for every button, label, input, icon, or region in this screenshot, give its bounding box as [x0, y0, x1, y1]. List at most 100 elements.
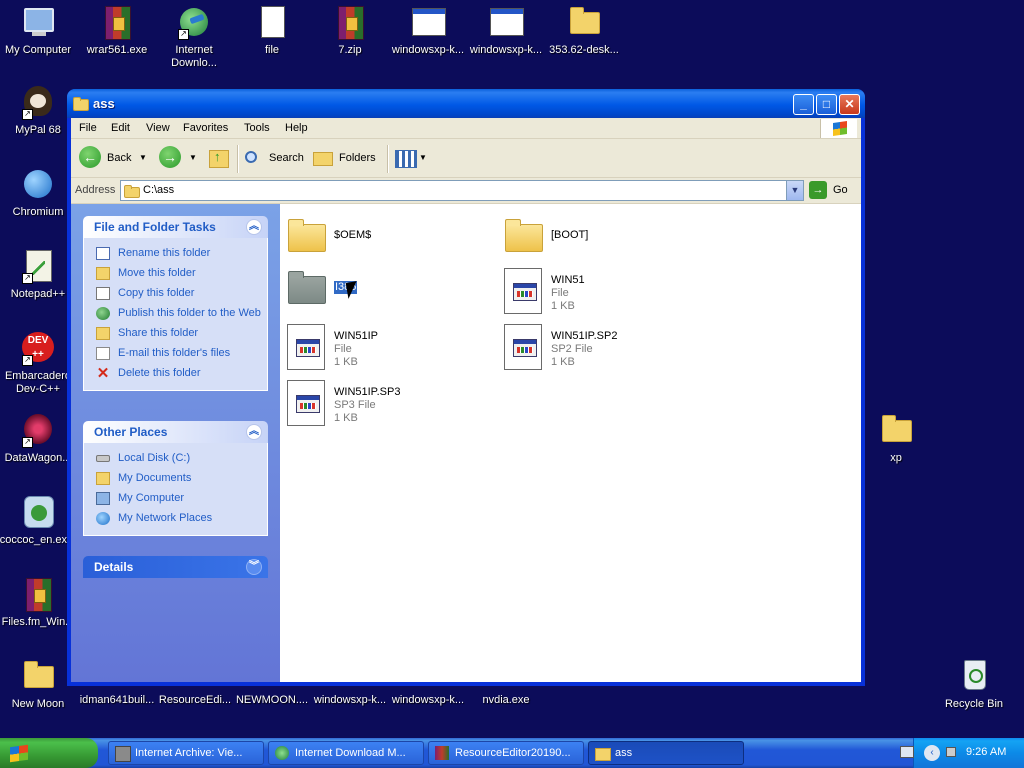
address-dropdown-button[interactable]: ▼ — [786, 181, 803, 200]
desktop-icon-7zip[interactable]: 7.zip — [308, 4, 392, 57]
folders-button[interactable]: Folders — [313, 146, 379, 170]
taskbar-item-idm[interactable]: Internet Download M... — [268, 741, 424, 765]
file-folder-tasks-body: Rename this folder Move this folder Copy… — [83, 238, 268, 391]
desktop-icon-nvdia[interactable]: nvdia.exe — [464, 694, 548, 707]
desktop-icon-file[interactable]: file — [230, 4, 314, 57]
datawagon-icon: ↗ — [20, 412, 56, 448]
keyboard-icon[interactable] — [900, 746, 914, 758]
place-my-computer[interactable]: My Computer — [84, 489, 267, 509]
file-item-boot[interactable]: [BOOT] — [504, 216, 714, 268]
local-disk-icon — [96, 455, 110, 462]
explorer-window: ass _ □ ✕ File Edit View Favorites Tools… — [67, 89, 865, 686]
network-places-icon — [96, 512, 110, 525]
details-header[interactable]: Details ︾ — [83, 556, 268, 578]
task-rename-folder[interactable]: Rename this folder — [84, 244, 267, 264]
desktop-icon-label: Recycle Bin — [944, 698, 1004, 710]
up-folder-button[interactable]: ↑ — [207, 146, 229, 170]
search-button[interactable]: Search — [245, 146, 307, 170]
task-share-folder[interactable]: Share this folder — [84, 324, 267, 344]
taskbar-item-ass[interactable]: ass — [588, 741, 744, 765]
file-item-oem[interactable]: $OEM$ — [287, 216, 497, 268]
task-label: Move this folder — [118, 267, 196, 279]
menu-edit[interactable]: Edit — [111, 122, 130, 134]
file-item-win51[interactable]: WIN51 File 1 KB — [504, 268, 714, 320]
file-item-i386[interactable]: I386 — [287, 268, 497, 320]
task-move-folder[interactable]: Move this folder — [84, 264, 267, 284]
window-titlebar[interactable]: ass _ □ ✕ — [67, 89, 865, 118]
volume-icon[interactable] — [946, 747, 956, 757]
chevron-down-icon[interactable]: ︾ — [246, 559, 262, 575]
taskbar-item-resource-editor[interactable]: ResourceEditor20190... — [428, 741, 584, 765]
menu-view[interactable]: View — [146, 122, 170, 134]
address-label: Address — [75, 184, 116, 196]
tray-expand-icon[interactable]: ‹ — [924, 745, 940, 761]
task-label: Internet Download M... — [295, 747, 406, 759]
desktop-icon-internet-download[interactable]: ↗ Internet Downlo... — [152, 4, 236, 70]
desktop-icon-xp[interactable]: xp — [854, 412, 938, 465]
other-places-header[interactable]: Other Places ︽ — [83, 421, 268, 443]
desktop-icon-windowsxp-3[interactable]: windowsxp-k... — [308, 694, 392, 707]
desktop-icon-recycle-bin[interactable]: Recycle Bin — [932, 658, 1016, 711]
file-size: 1 KB — [551, 300, 575, 312]
close-button[interactable]: ✕ — [839, 94, 860, 115]
taskbar-item-internet-archive[interactable]: Internet Archive: Vie... — [108, 741, 264, 765]
file-item-win51ip-sp3[interactable]: WIN51IP.SP3 SP3 File 1 KB — [287, 380, 497, 432]
forward-button[interactable]: → ▼ — [159, 146, 199, 170]
chromium-icon — [20, 166, 56, 202]
desktop-icon-newmoon[interactable]: NEWMOON.... — [230, 694, 314, 707]
idm-icon: ↗ — [176, 4, 212, 40]
search-label: Search — [269, 152, 304, 164]
notepadpp-icon: ↗ — [20, 248, 56, 284]
back-arrow-icon: ← — [79, 146, 101, 168]
move-folder-icon — [96, 267, 110, 280]
file-item-win51ip-sp2[interactable]: WIN51IP.SP2 SP2 File 1 KB — [504, 324, 714, 376]
clock[interactable]: 9:26 AM — [966, 746, 1006, 758]
place-my-documents[interactable]: My Documents — [84, 469, 267, 489]
file-size: 1 KB — [334, 412, 358, 424]
address-input[interactable]: C:\ass ▼ — [120, 180, 804, 201]
window-app-icon — [410, 4, 446, 40]
go-label: Go — [833, 184, 848, 196]
system-tray: ‹ 9:26 AM — [900, 738, 1024, 768]
desktop-icon-label: wrar561.exe — [86, 44, 148, 56]
chevron-up-icon[interactable]: ︽ — [246, 424, 262, 440]
desktop-icon-windowsxp-2[interactable]: windowsxp-k... — [464, 4, 548, 57]
desktop-icon-resourceedi[interactable]: ResourceEdi... — [153, 694, 237, 707]
menu-favorites[interactable]: Favorites — [183, 122, 228, 134]
desktop-icon-my-computer[interactable]: My Computer — [0, 4, 80, 57]
maximize-button[interactable]: □ — [816, 94, 837, 115]
start-button[interactable] — [0, 738, 98, 768]
browser-icon — [115, 746, 131, 762]
desktop-icon-wrar561[interactable]: wrar561.exe — [75, 4, 159, 57]
task-copy-folder[interactable]: Copy this folder — [84, 284, 267, 304]
task-delete-folder[interactable]: ✕ Delete this folder — [84, 364, 267, 384]
folder-icon — [595, 748, 611, 761]
desktop-icon-label: windowsxp-k... — [391, 694, 465, 706]
views-icon — [395, 150, 417, 168]
place-my-network-places[interactable]: My Network Places — [84, 509, 267, 529]
menu-help[interactable]: Help — [285, 122, 308, 134]
task-email-files[interactable]: E-mail this folder's files — [84, 344, 267, 364]
address-bar: Address C:\ass ▼ → Go — [71, 178, 861, 204]
chevron-up-icon[interactable]: ︽ — [246, 219, 262, 235]
file-folder-tasks-header[interactable]: File and Folder Tasks ︽ — [83, 216, 268, 238]
web-publish-icon — [96, 307, 110, 320]
desktop-icon-windowsxp-4[interactable]: windowsxp-k... — [386, 694, 470, 707]
desktop-icon-353-desk[interactable]: 353.62-desk... — [542, 4, 626, 57]
minimize-button[interactable]: _ — [793, 94, 814, 115]
file-type: SP2 File — [551, 343, 593, 355]
back-button[interactable]: ← Back ▼ — [79, 146, 149, 170]
desktop-icon-idman[interactable]: idman641buil... — [75, 694, 159, 707]
place-local-disk[interactable]: Local Disk (C:) — [84, 449, 267, 469]
file-item-win51ip[interactable]: WIN51IP File 1 KB — [287, 324, 497, 376]
desktop-icon-windowsxp-1[interactable]: windowsxp-k... — [386, 4, 470, 57]
system-file-icon — [504, 268, 544, 316]
menu-tools[interactable]: Tools — [244, 122, 270, 134]
menu-file[interactable]: File — [79, 122, 97, 134]
email-icon — [96, 347, 110, 360]
views-button[interactable]: ▼ — [395, 146, 429, 170]
my-documents-icon — [96, 472, 110, 485]
file-type: File — [334, 343, 352, 355]
task-publish-web[interactable]: Publish this folder to the Web — [84, 304, 267, 324]
computer-icon — [20, 4, 56, 40]
